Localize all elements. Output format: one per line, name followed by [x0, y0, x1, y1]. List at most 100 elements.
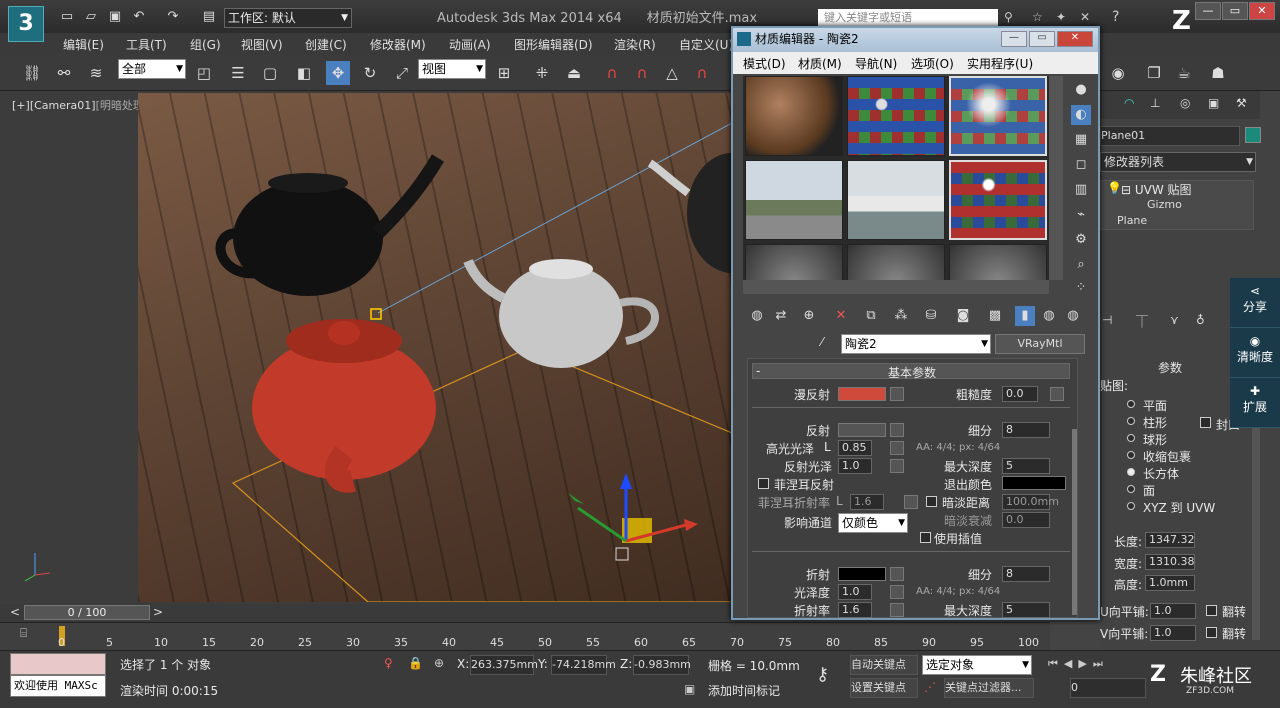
put-to-scene-icon[interactable]: ⇄	[771, 306, 791, 326]
fresnel-ior-map-button[interactable]	[904, 495, 918, 509]
length-spinner[interactable]: 1347.32	[1145, 532, 1195, 548]
fresnel-checkbox[interactable]	[758, 478, 769, 489]
material-type-button[interactable]: VRayMtl	[995, 334, 1085, 354]
u-flip-checkbox[interactable]	[1206, 605, 1217, 616]
show-shaded-material-icon[interactable]: ▩	[985, 306, 1005, 326]
max-depth-spinner[interactable]: 5	[1002, 458, 1050, 474]
key-icon[interactable]: ⚷	[816, 664, 829, 685]
mapping-radio[interactable]	[1127, 485, 1135, 493]
material-map-navigator-icon[interactable]: ⁘	[1071, 278, 1091, 298]
rollout-scrollbar[interactable]	[1072, 429, 1077, 615]
spinner-snap-icon[interactable]: ∩	[690, 61, 714, 85]
mat-close-button[interactable]: ✕	[1057, 31, 1093, 47]
snap-toggle-icon[interactable]: ∩	[600, 61, 624, 85]
mapping-radio[interactable]	[1127, 434, 1135, 442]
sample-slot-checker-1[interactable]	[847, 76, 945, 156]
hilight-gloss-spinner[interactable]: 0.85	[838, 440, 872, 456]
roughness-map-button[interactable]	[1050, 387, 1064, 401]
modifier-list-dropdown[interactable]: 修改器列表 ▼	[1100, 152, 1256, 172]
refract-subdiv-spinner[interactable]: 8	[1002, 566, 1050, 582]
search-input[interactable]: 键入关键字或短语	[818, 9, 998, 27]
make-unique-icon[interactable]: ⋎	[1170, 313, 1179, 327]
menu-group[interactable]: 组(G)	[190, 36, 221, 53]
mini-curve-editor-icon[interactable]: ⌸	[20, 626, 27, 641]
keyboard-shortcut-icon[interactable]: ⏏	[562, 61, 586, 85]
go-to-parent-icon[interactable]: ◍	[1039, 306, 1059, 326]
star-icon[interactable]: ☆	[1032, 10, 1043, 24]
v-flip-checkbox[interactable]	[1206, 627, 1217, 638]
mat-menu-material[interactable]: 材质(M)	[798, 55, 842, 72]
material-editor-toolbar-icon[interactable]: ◉	[1106, 61, 1130, 85]
hilight-map-button[interactable]	[890, 441, 904, 455]
video-color-check-icon[interactable]: ▥	[1071, 180, 1091, 200]
mapping-radio[interactable]	[1127, 417, 1135, 425]
show-end-result-mat-icon[interactable]: ▮	[1015, 306, 1035, 326]
display-tab-icon[interactable]: ▣	[1208, 96, 1219, 110]
viewport-camera-label[interactable]: [Camera01]	[30, 99, 96, 112]
expand-button[interactable]: ✚ 扩展	[1230, 378, 1280, 428]
mapping-radio[interactable]	[1127, 451, 1135, 459]
material-name-dropdown[interactable]: 陶瓷2 ▼	[841, 334, 991, 354]
sample-slot-ceramic-active[interactable]	[949, 160, 1047, 240]
key-filters-button[interactable]: 关键点过滤器...	[944, 678, 1034, 698]
key-mode-dropdown[interactable]: 选定对象 ▼	[922, 655, 1032, 675]
cap-checkbox[interactable]	[1200, 417, 1211, 428]
background-checker-icon[interactable]: ▦	[1071, 130, 1091, 150]
menu-edit[interactable]: 编辑(E)	[63, 36, 104, 53]
copy-material-icon[interactable]: ⧉	[861, 306, 881, 326]
close-search-icon[interactable]: ✕	[1080, 10, 1090, 24]
refract-color-swatch[interactable]	[838, 567, 886, 581]
hilight-lock-button[interactable]: L	[824, 440, 831, 454]
select-manipulate-icon[interactable]: ⁜	[530, 61, 554, 85]
project-folder-icon[interactable]: ▤	[200, 9, 218, 25]
sample-slot-harbor-1[interactable]	[745, 160, 843, 240]
auto-key-button[interactable]: 自动关键点	[850, 655, 918, 675]
diffuse-color-swatch[interactable]	[838, 387, 886, 401]
reflect-subdiv-spinner[interactable]: 8	[1002, 422, 1050, 438]
assign-to-selection-icon[interactable]: ⊕	[799, 306, 819, 326]
gloss-spinner[interactable]: 1.0	[838, 584, 872, 600]
use-interp-checkbox[interactable]	[920, 532, 931, 543]
pick-material-icon[interactable]: ⁄	[821, 335, 823, 349]
time-tag-icon[interactable]: ▣	[684, 682, 695, 696]
mapping-radio[interactable]	[1127, 400, 1135, 408]
share-button[interactable]: ⋖ 分享	[1230, 278, 1280, 328]
mat-maximize-button[interactable]: ▭	[1029, 31, 1055, 47]
window-crossing-icon[interactable]: ◧	[292, 61, 316, 85]
fresnel-ior-lock[interactable]: L	[836, 494, 843, 508]
modify-tab-icon[interactable]: ◠	[1124, 96, 1134, 110]
clarity-button[interactable]: ◉ 清晰度	[1230, 328, 1280, 378]
remove-modifier-icon[interactable]: ♁	[1196, 313, 1205, 327]
menu-graph-editors[interactable]: 图形编辑器(D)	[514, 36, 593, 53]
time-next-button[interactable]: >	[153, 605, 163, 619]
backlight-icon[interactable]: ◐	[1071, 105, 1091, 125]
redo-icon[interactable]: ↷	[164, 9, 182, 25]
welcome-field[interactable]: 欢迎使用 MAXSc	[10, 675, 106, 697]
mat-menu-mode[interactable]: 模式(D)	[743, 55, 786, 72]
time-slider[interactable]: 0 / 100	[24, 605, 150, 620]
key-filter-icon[interactable]: ⋰	[924, 680, 936, 694]
sample-type-icon[interactable]: ●	[1071, 80, 1091, 100]
camera-viewport[interactable]	[138, 93, 732, 602]
options-icon[interactable]: ⚙	[1071, 230, 1091, 250]
menu-view[interactable]: 视图(V)	[241, 36, 283, 53]
utilities-tab-icon[interactable]: ⚒	[1236, 96, 1247, 110]
menu-tools[interactable]: 工具(T)	[126, 36, 167, 53]
sample-slots-hscroll[interactable]	[743, 280, 1049, 294]
object-name-field[interactable]: Plane01	[1100, 126, 1240, 146]
mat-minimize-button[interactable]: —	[1001, 31, 1027, 47]
binoculars-icon[interactable]: ⚲	[1004, 10, 1013, 24]
affect-channels-dropdown[interactable]: 仅颜色 ▼	[838, 513, 908, 533]
set-key-button[interactable]: 设置关键点	[850, 678, 918, 698]
y-coord-field[interactable]: -74.218mm	[551, 655, 616, 675]
dim-distance-spinner[interactable]: 100.0mm	[1002, 494, 1059, 510]
angle-snap-icon[interactable]: ∩	[630, 61, 654, 85]
app-menu-button[interactable]: 3	[8, 6, 44, 42]
percent-snap-icon[interactable]: △	[660, 61, 684, 85]
refl-gloss-map-button[interactable]	[890, 459, 904, 473]
star-icon-2[interactable]: ✦	[1056, 10, 1066, 24]
select-move-icon[interactable]: ✥	[326, 61, 350, 85]
viewport-label[interactable]: [+][Camera01][明暗处理]	[12, 97, 148, 113]
maximize-button[interactable]: ▭	[1222, 2, 1248, 20]
sample-slot-empty-1[interactable]	[745, 244, 843, 284]
